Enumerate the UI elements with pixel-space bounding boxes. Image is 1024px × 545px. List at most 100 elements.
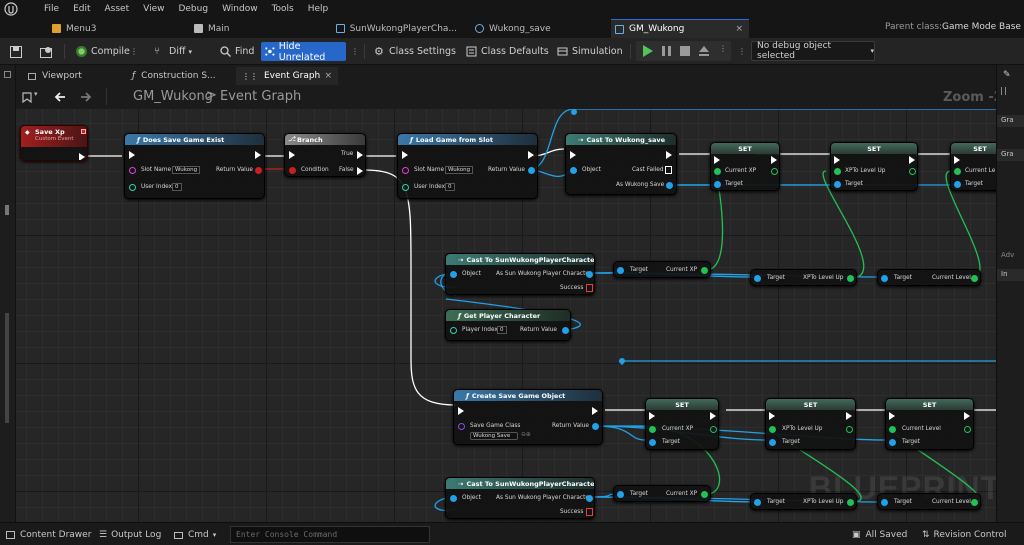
user-index-field[interactable]: 0 — [172, 183, 182, 191]
xp-output-pin[interactable] — [909, 168, 916, 175]
get-current-xp-node-2[interactable]: Target Current XP — [613, 485, 711, 502]
true-output-pin[interactable] — [357, 151, 363, 159]
exec-input-pin[interactable] — [714, 156, 720, 164]
collapse-handle[interactable] — [5, 205, 9, 215]
target-pin[interactable] — [834, 181, 841, 188]
success-pin[interactable] — [586, 508, 593, 516]
hide-unrelated-button[interactable]: Hide Unrelated — [261, 41, 346, 63]
close-tab-icon[interactable]: × — [735, 24, 743, 34]
user-index-pin[interactable] — [402, 184, 409, 191]
get-xp-to-level-up-node[interactable]: Target XPTo Level Up — [750, 269, 857, 286]
exec-input-pin[interactable] — [649, 412, 655, 420]
save-game-class-pin[interactable] — [458, 423, 465, 430]
save-xp-event-node[interactable]: Save Xp Custom Event ◆ — [20, 125, 88, 161]
exec-input-pin[interactable] — [570, 151, 576, 159]
graph-section-label[interactable]: Gra — [1001, 116, 1014, 124]
play-icon[interactable] — [642, 45, 654, 57]
condition-pin[interactable] — [289, 167, 296, 174]
return-value-pin[interactable] — [528, 167, 535, 174]
user-index-pin[interactable] — [129, 184, 136, 191]
close-tab-icon[interactable]: × — [324, 71, 332, 81]
cast-to-wukong-save-node[interactable]: ⇢ Cast To Wukong_save Object Cast Failed … — [565, 133, 677, 195]
object-pin[interactable] — [450, 495, 457, 502]
exec-output-pin[interactable] — [666, 151, 672, 159]
target-pin[interactable] — [881, 499, 888, 506]
exec-input-pin[interactable] — [289, 151, 295, 159]
browse-class-icon[interactable]: ⊖⊕ — [521, 432, 531, 438]
player-index-field[interactable]: 0 — [497, 326, 507, 334]
set-current-xp-node-2[interactable]: SET Current XP Target — [645, 398, 719, 450]
browse-icon[interactable] — [40, 46, 52, 58]
menu-edit[interactable]: Edit — [73, 4, 90, 14]
tab-construction-script[interactable]: ƒ Construction S... — [126, 67, 234, 85]
get-current-level-node-2[interactable]: Target Current Level — [877, 493, 981, 510]
set-current-level-node-2[interactable]: SET Current Level Target — [885, 398, 974, 450]
cast-to-player-character-node[interactable]: ⇢ Cast To SunWukongPlayerCharacter Object… — [445, 253, 595, 295]
return-value-pin[interactable] — [592, 423, 599, 430]
slot-name-pin[interactable] — [402, 167, 409, 174]
get-player-character-node[interactable]: ƒ Get Player Character Player Index 0 Ret… — [445, 309, 571, 341]
console-command-input[interactable]: Enter Console Command — [230, 526, 430, 543]
value-output-pin[interactable] — [846, 426, 853, 433]
false-output-pin[interactable] — [357, 167, 363, 175]
parent-class-value[interactable]: Game Mode Base — [942, 22, 1021, 32]
value-pin[interactable] — [701, 267, 708, 274]
value-pin[interactable] — [971, 499, 978, 506]
value-output-pin[interactable] — [710, 426, 717, 433]
player-index-pin[interactable] — [450, 327, 457, 334]
bookmark-icon[interactable] — [22, 92, 32, 103]
save-icon[interactable] — [10, 46, 22, 58]
target-pin[interactable] — [617, 491, 624, 498]
return-value-pin[interactable] — [255, 167, 262, 174]
tab-wukong-save[interactable]: Wukong_save — [471, 19, 599, 38]
target-pin[interactable] — [649, 439, 656, 446]
exec-output-pin[interactable] — [964, 412, 970, 420]
exec-input-pin[interactable] — [458, 407, 464, 415]
xp-to-level-up-pin[interactable] — [769, 426, 776, 433]
object-pin[interactable] — [450, 271, 457, 278]
menu-debug[interactable]: Debug — [178, 4, 208, 14]
more-options-icon[interactable]: ⋮ — [351, 47, 359, 56]
cast-to-player-character-node-2[interactable]: ⇢ Cast To SunWukongPlayerCharacter Object… — [445, 477, 595, 519]
get-current-level-node[interactable]: Target Current Level — [877, 269, 981, 286]
left-scrollbar[interactable] — [5, 313, 9, 423]
unreal-logo-icon[interactable] — [4, 2, 18, 16]
play-options-icon[interactable]: ⋮ — [738, 47, 746, 56]
xp-to-level-up-pin[interactable] — [834, 168, 841, 175]
exec-output-pin[interactable] — [710, 412, 716, 420]
all-saved-button[interactable]: ▣ All Saved — [852, 528, 907, 542]
exec-input-pin[interactable] — [402, 151, 408, 159]
exec-input-pin[interactable] — [889, 412, 895, 420]
value-pin[interactable] — [701, 491, 708, 498]
return-value-pin[interactable] — [562, 327, 569, 334]
as-wukong-save-pin[interactable] — [666, 182, 673, 189]
revision-control-button[interactable]: ⇅ Revision Control — [922, 528, 1007, 542]
exec-output-pin[interactable] — [771, 156, 777, 164]
exec-output-pin[interactable] — [255, 151, 261, 159]
content-drawer-button[interactable]: Content Drawer — [6, 528, 91, 542]
compile-options-icon[interactable]: ⋮ — [130, 47, 138, 56]
exec-input-pin[interactable] — [769, 412, 775, 420]
target-pin[interactable] — [769, 439, 776, 446]
current-xp-output-pin[interactable] — [771, 168, 778, 175]
breadcrumb-root[interactable]: GM_Wukong — [133, 89, 213, 104]
exec-input-pin[interactable] — [954, 156, 960, 164]
as-character-pin[interactable] — [586, 271, 593, 278]
debug-object-select[interactable]: No debug object selected ▾ — [751, 41, 875, 61]
target-pin[interactable] — [881, 275, 888, 282]
exec-output-pin[interactable] — [846, 412, 852, 420]
tab-main[interactable]: Main — [190, 19, 315, 38]
tab-sunwukong-character[interactable]: SunWukongPlayerCha... — [332, 19, 457, 38]
back-arrow-icon[interactable] — [54, 92, 66, 102]
tab-menu3[interactable]: Menu3 — [48, 19, 173, 38]
menu-tools[interactable]: Tools — [272, 4, 294, 14]
success-pin[interactable] — [586, 284, 593, 292]
simulation-button[interactable]: Simulation — [553, 42, 627, 61]
cast-failed-pin[interactable] — [665, 166, 672, 174]
slot-name-field[interactable]: Wukong — [445, 166, 474, 174]
save-game-class-select[interactable]: Wukong Save — [470, 432, 518, 440]
graph-section-label-2[interactable]: Gra — [1001, 150, 1014, 158]
target-pin[interactable] — [754, 499, 761, 506]
exec-output-pin[interactable] — [909, 156, 915, 164]
value-pin[interactable] — [847, 499, 854, 506]
